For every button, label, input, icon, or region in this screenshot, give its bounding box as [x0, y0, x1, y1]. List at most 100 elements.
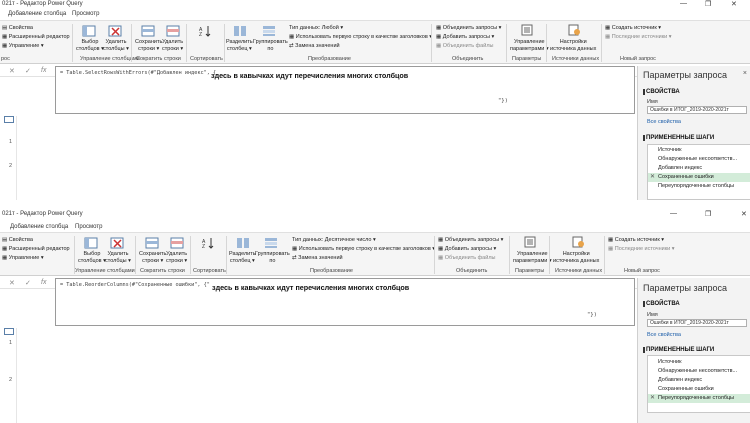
properties-button[interactable]: ▤ Свойства [2, 25, 33, 32]
row-number: 2 [9, 377, 13, 383]
group-label-data-sources: Источники данных [555, 268, 603, 274]
new-source-icon: ▦ [605, 25, 612, 31]
close-icon[interactable]: ✕ [731, 0, 737, 8]
merge-queries-button[interactable]: ▦ Объединить запросы ▾ [436, 25, 501, 32]
fx-icon[interactable]: fx [41, 279, 46, 286]
step-item[interactable]: Источник [648, 358, 750, 367]
manage-button[interactable]: ▦ Управление ▾ [2, 43, 44, 50]
delete-step-icon[interactable]: ✕ [650, 173, 655, 182]
name-label: Имя [647, 99, 658, 105]
advanced-editor-button[interactable]: ▦ Расширенный редактор [2, 34, 70, 41]
new-source-button[interactable]: ▦ Создать источник ▾ [608, 237, 664, 244]
replace-values-button[interactable]: ⇄ Замена значений [292, 255, 343, 262]
table-menu-icon[interactable] [4, 328, 14, 335]
close-icon[interactable]: ✕ [741, 210, 747, 218]
new-source-button[interactable]: ▦ Создать источник ▾ [605, 25, 661, 32]
remove-rows-button[interactable]: Удалить строки ▾ [162, 39, 183, 52]
cancel-formula-icon[interactable]: ✕ [9, 67, 15, 75]
combine-files-button[interactable]: ▦ Объединить файлы [436, 43, 493, 50]
data-type-dropdown[interactable]: Тип данных: Любой ▾ [289, 25, 343, 32]
group-by-button[interactable]: Группировать по [255, 251, 290, 264]
all-properties-link[interactable]: Все свойства [647, 119, 681, 125]
formula-editor[interactable]: = Table.SelectRowsWithErrors(#"Добавлен … [55, 66, 635, 114]
delete-step-icon[interactable]: ✕ [650, 394, 655, 403]
formula-tail: "}) [498, 98, 508, 104]
separator [506, 24, 507, 62]
panel-title: Параметры запроса [643, 70, 727, 80]
separator [131, 24, 132, 62]
panel-close-icon[interactable]: × [743, 70, 747, 77]
group-label-data-sources: Источники данных [552, 56, 600, 62]
tab-add-column[interactable]: Добавление столбца [10, 224, 68, 230]
append-queries-button[interactable]: ▦ Добавить запросы ▾ [436, 34, 494, 41]
choose-columns-button[interactable]: Выбор столбцов ▾ [76, 39, 104, 52]
combine-files-button[interactable]: ▦ Объединить файлы [438, 255, 495, 262]
formula-code: = Table.ReorderColumns(#"Сохраненные оши… [60, 282, 210, 288]
combine-files-icon: ▦ [436, 43, 443, 49]
manage-icon: ▦ [2, 255, 9, 261]
use-first-row-headers-button[interactable]: ▦ Использовать первую строку в качестве … [292, 246, 435, 253]
group-by-button[interactable]: Группировать по [253, 39, 288, 52]
tab-view[interactable]: Просмотр [75, 224, 102, 230]
commit-formula-icon[interactable]: ✓ [25, 67, 31, 75]
window-title: 021т - Редактор Power Query [2, 211, 83, 217]
row-gutter: 1 2 [0, 328, 17, 423]
merge-queries-button[interactable]: ▦ Объединить запросы ▾ [438, 237, 503, 244]
keep-rows-button[interactable]: Сохранить строки ▾ [135, 39, 162, 52]
group-label-new-query: Новый запрос [620, 56, 656, 62]
commit-formula-icon[interactable]: ✓ [25, 279, 31, 287]
split-column-icon [233, 25, 247, 37]
choose-columns-button[interactable]: Выбор столбцов ▾ [78, 251, 106, 264]
table-menu-icon[interactable] [4, 116, 14, 123]
tab-view[interactable]: Просмотр [72, 11, 99, 17]
fx-icon[interactable]: fx [41, 67, 46, 74]
replace-values-button[interactable]: ⇄ Замена значений [289, 43, 340, 50]
recent-sources-button[interactable]: ▦ Последние источники ▾ [605, 34, 672, 41]
split-column-button[interactable]: Разделить столбец ▾ [226, 39, 253, 52]
group-label-combine: Объединить [456, 268, 488, 274]
keep-rows-icon [141, 25, 155, 37]
formula-editor[interactable]: = Table.ReorderColumns(#"Сохраненные оши… [55, 278, 635, 326]
query-name-input[interactable]: Ошибки в ИТОГ_2019-2020-2021т [647, 106, 747, 114]
step-item-selected[interactable]: ✕ Сохраненные ошибки [648, 173, 750, 182]
recent-sources-button[interactable]: ▦ Последние источники ▾ [608, 246, 675, 253]
sort-icon: AZ [198, 25, 212, 38]
properties-button[interactable]: ▤ Свойства [2, 237, 33, 244]
maximize-icon[interactable]: ❐ [705, 210, 711, 218]
step-item[interactable]: Обнаруженные несоответств... [648, 367, 750, 376]
step-item[interactable]: Добавлен индекс [648, 376, 750, 385]
manage-parameters-button[interactable]: Управление параметрами ▾ [513, 251, 552, 264]
remove-columns-icon [110, 237, 124, 249]
advanced-editor-button[interactable]: ▦ Расширенный редактор [2, 246, 70, 253]
all-properties-link[interactable]: Все свойства [647, 332, 681, 338]
remove-columns-button[interactable]: Удалить столбцы ▾ [103, 39, 129, 52]
manage-parameters-button[interactable]: Управление параметрами ▾ [510, 39, 549, 52]
separator [604, 236, 605, 274]
minimize-icon[interactable]: — [670, 210, 677, 217]
separator [135, 236, 136, 274]
append-queries-button[interactable]: ▦ Добавить запросы ▾ [438, 246, 496, 253]
minimize-icon[interactable]: — [680, 0, 687, 7]
step-item[interactable]: Добавлен индекс [648, 164, 750, 173]
manage-button[interactable]: ▦ Управление ▾ [2, 255, 44, 262]
maximize-icon[interactable]: ❐ [705, 0, 711, 8]
keep-rows-button[interactable]: Сохранить строки ▾ [139, 251, 166, 264]
merge-icon: ▦ [438, 237, 445, 243]
step-item-selected[interactable]: ✕ Переупорядоченные столбцы [648, 394, 750, 403]
split-column-button[interactable]: Разделить столбец ▾ [229, 251, 256, 264]
merge-icon: ▦ [436, 25, 443, 31]
query-name-input[interactable]: Ошибки в ИТОГ_2019-2020-2021т [647, 319, 747, 327]
step-item[interactable]: Переупорядоченные столбцы [648, 182, 750, 191]
cancel-formula-icon[interactable]: ✕ [9, 279, 15, 287]
step-item[interactable]: Сохраненные ошибки [648, 385, 750, 394]
remove-columns-button[interactable]: Удалить столбцы ▾ [105, 251, 131, 264]
use-first-row-headers-button[interactable]: ▦ Использовать первую строку в качестве … [289, 34, 432, 41]
data-source-settings-button[interactable]: Настройки источника данных [553, 251, 599, 264]
step-item[interactable]: Источник [648, 146, 750, 155]
remove-rows-button[interactable]: Удалить строки ▾ [166, 251, 187, 264]
ribbon-tabs: Добавление столбца Просмотр [0, 220, 750, 230]
step-item[interactable]: Обнаруженные несоответств... [648, 155, 750, 164]
tab-add-column[interactable]: Добавление столбца [8, 11, 66, 17]
data-source-settings-button[interactable]: Настройки источника данных [550, 39, 596, 52]
data-type-dropdown[interactable]: Тип данных: Десятичное число ▾ [292, 237, 376, 244]
